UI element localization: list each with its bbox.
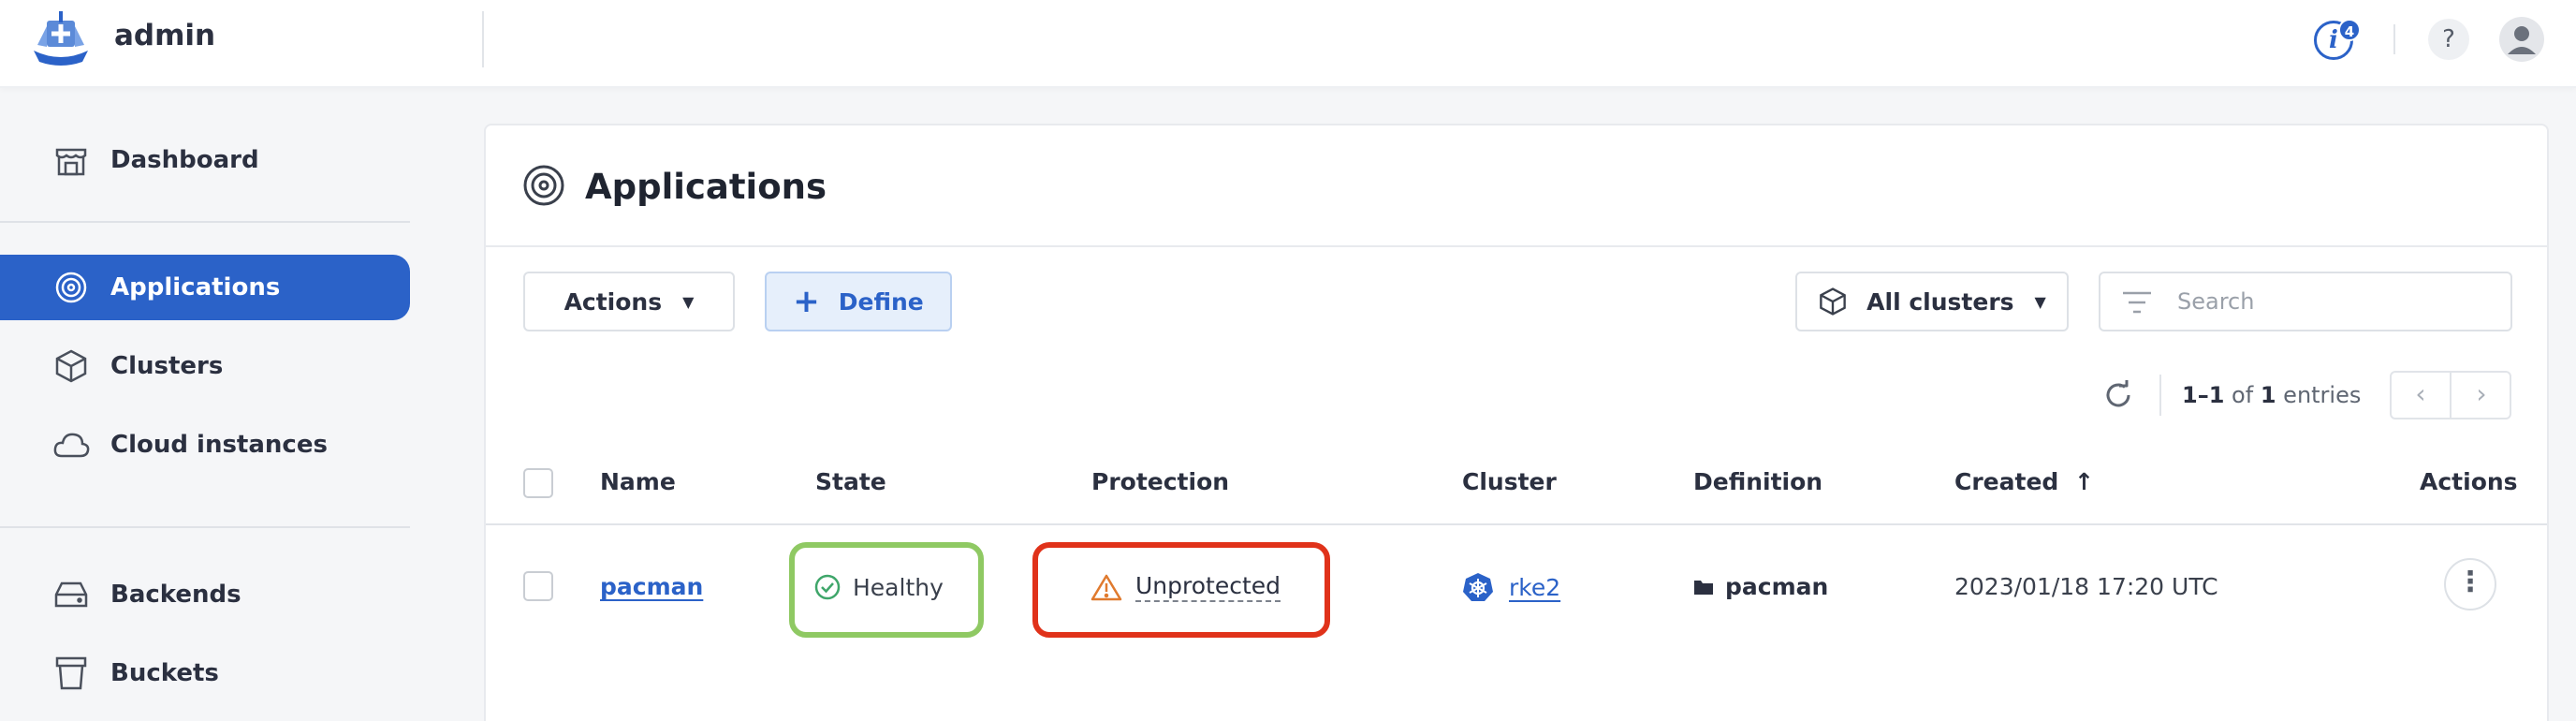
- cluster-filter-label: All clusters: [1866, 287, 2014, 316]
- top-bar: admin i 4 ?: [0, 0, 2576, 88]
- help-button[interactable]: ?: [2428, 19, 2469, 60]
- sidebar-item-cloud-instances[interactable]: Cloud instances: [0, 412, 410, 478]
- entries-total: 1: [2260, 382, 2276, 408]
- row-actions-button[interactable]: ⋮: [2444, 558, 2496, 611]
- sidebar-item-label: Buckets: [110, 659, 219, 687]
- column-header-actions: Actions: [2420, 468, 2518, 495]
- state-label: Healthy: [853, 573, 944, 601]
- caret-down-icon: ▼: [2034, 292, 2046, 311]
- notifications-button[interactable]: i 4: [2312, 17, 2364, 64]
- definition-label: pacman: [1725, 573, 1829, 600]
- column-header-protection[interactable]: Protection: [1091, 468, 1229, 495]
- astra-ship-logo-icon[interactable]: [28, 7, 94, 73]
- table-header-divider: [486, 523, 2547, 525]
- column-header-created-label: Created: [1954, 468, 2059, 495]
- sidebar-item-label: Applications: [110, 273, 281, 302]
- plus-icon: +: [793, 283, 820, 320]
- previous-page-button[interactable]: ‹: [2392, 373, 2452, 418]
- row-checkbox[interactable]: [523, 571, 553, 601]
- select-all-checkbox[interactable]: [523, 468, 553, 498]
- cluster-icon: [1818, 287, 1848, 316]
- column-header-state[interactable]: State: [815, 468, 886, 495]
- created-timestamp: 2023/01/18 17:20 UTC: [1954, 573, 2218, 600]
- sidebar-item-buckets[interactable]: Buckets: [0, 640, 410, 706]
- pager: ‹ ›: [2390, 371, 2511, 419]
- cluster-filter-dropdown[interactable]: All clusters ▼: [1795, 272, 2069, 331]
- state-cell: Healthy: [813, 573, 944, 601]
- entries-of: of: [2232, 382, 2254, 408]
- card-header: Applications: [486, 125, 2547, 247]
- define-button[interactable]: + Define: [765, 272, 952, 331]
- cluster-icon: [52, 347, 90, 385]
- application-name-link[interactable]: pacman: [600, 573, 703, 600]
- filter-icon: [2121, 288, 2153, 316]
- sort-ascending-icon: ↑: [2074, 468, 2094, 495]
- protection-cell: Unprotected: [1090, 572, 1281, 602]
- chevron-left-icon: ‹: [2415, 378, 2426, 409]
- actions-dropdown[interactable]: Actions ▼: [523, 272, 735, 331]
- drive-icon: [52, 576, 90, 613]
- sidebar-divider: [0, 526, 410, 528]
- definition-cell: pacman: [1693, 573, 1828, 600]
- applications-icon: [52, 269, 90, 306]
- page-title: Applications: [585, 167, 827, 207]
- check-circle-icon: [813, 573, 842, 601]
- entries-range: 1–1: [2182, 382, 2225, 408]
- caret-down-icon: ▼: [682, 292, 695, 311]
- entries-suffix: entries: [2283, 382, 2362, 408]
- bucket-icon: [52, 655, 90, 692]
- sidebar-item-label: Backends: [110, 581, 242, 609]
- applications-icon: [521, 163, 566, 208]
- column-header-cluster[interactable]: Cluster: [1462, 468, 1557, 495]
- user-avatar[interactable]: [2499, 17, 2544, 62]
- sidebar-item-clusters[interactable]: Clusters: [0, 333, 410, 399]
- sidebar-item-label: Dashboard: [110, 146, 259, 174]
- kubernetes-icon: [1462, 571, 1494, 603]
- user-icon: [2508, 26, 2536, 54]
- next-page-button[interactable]: ›: [2452, 373, 2511, 418]
- sidebar-item-backends[interactable]: Backends: [0, 562, 410, 627]
- chevron-right-icon: ›: [2476, 378, 2487, 409]
- cluster-link[interactable]: rke2: [1509, 574, 1560, 601]
- sidebar-item-dashboard[interactable]: Dashboard: [0, 127, 410, 193]
- dashboard-icon: [52, 141, 90, 179]
- sidebar-divider: [0, 221, 410, 223]
- sidebar-item-applications[interactable]: Applications: [0, 255, 410, 320]
- sidebar-item-label: Cloud instances: [110, 431, 328, 459]
- account-name: admin: [114, 19, 216, 52]
- topbar-divider: [482, 11, 484, 67]
- column-header-created[interactable]: Created ↑: [1954, 468, 2094, 495]
- search-input[interactable]: [2177, 283, 2496, 320]
- more-vertical-icon: ⋮: [2456, 566, 2484, 598]
- cloud-icon: [52, 426, 90, 464]
- column-header-definition[interactable]: Definition: [1693, 468, 1822, 495]
- define-button-label: Define: [838, 287, 924, 316]
- sidebar: Dashboard Applications Clusters Cloud in…: [0, 90, 412, 721]
- refresh-icon[interactable]: [2101, 378, 2135, 412]
- warning-icon: [1090, 573, 1122, 601]
- folder-icon: [1693, 579, 1714, 596]
- sidebar-item-label: Clusters: [110, 352, 224, 380]
- topbar-separator: [2393, 24, 2395, 54]
- cluster-cell: rke2: [1462, 571, 1560, 603]
- search-box: [2099, 272, 2512, 331]
- notification-badge: 4: [2338, 19, 2361, 41]
- applications-card: Applications Actions ▼ + Define All clus…: [484, 124, 2549, 721]
- actions-dropdown-label: Actions: [564, 287, 663, 316]
- pagination-separator: [2159, 375, 2161, 416]
- column-header-name[interactable]: Name: [600, 468, 676, 495]
- protection-status-label[interactable]: Unprotected: [1135, 572, 1281, 602]
- pagination-summary: 1–1 of 1 entries: [2182, 382, 2361, 408]
